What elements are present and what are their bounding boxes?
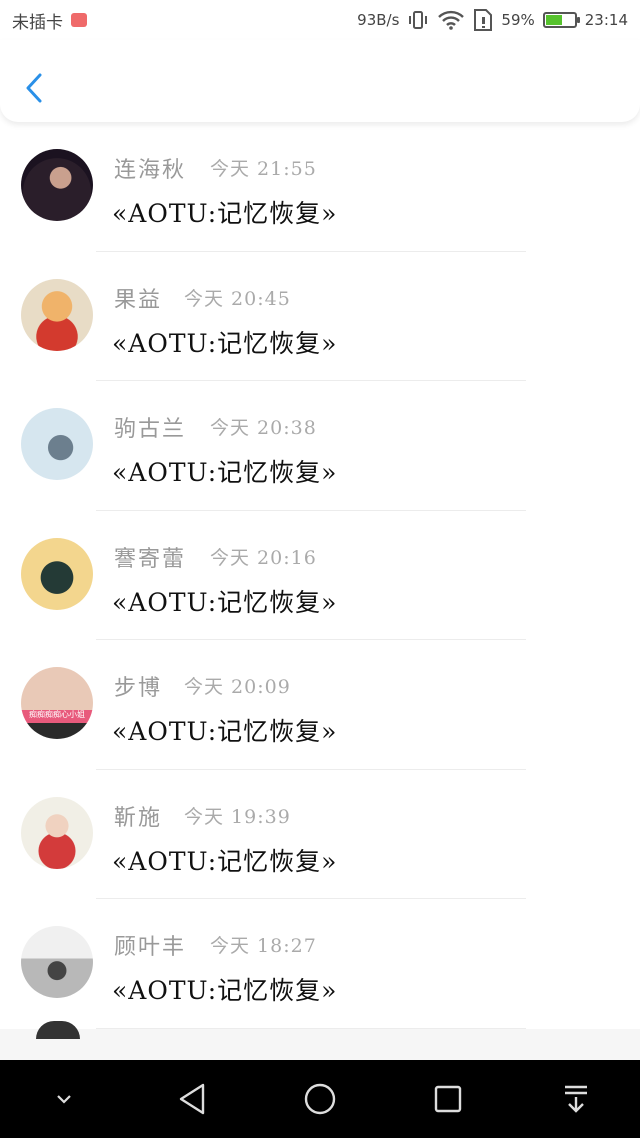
list-item[interactable]: 驹古兰 今天 20:38 «AOTU:记忆恢复»	[0, 381, 640, 511]
vibrate-icon	[407, 9, 429, 31]
recent-nav-button[interactable]	[418, 1069, 478, 1129]
avatar[interactable]	[21, 278, 93, 351]
network-speed: 93B/s	[357, 11, 400, 29]
app-header	[0, 40, 640, 122]
avatar[interactable]	[21, 537, 93, 610]
timestamp: 今天 20:16	[210, 546, 317, 569]
avatar[interactable]: 痴痴痴痴心小姐	[21, 667, 93, 739]
timestamp: 今天 21:55	[210, 158, 317, 180]
list-item[interactable]: 顾叶丰 今天 18:27 «AOTU:记忆恢复»	[0, 899, 640, 1029]
avatar-caption: 痴痴痴痴心小姐	[29, 710, 85, 719]
chevron-down-icon	[57, 1095, 71, 1104]
battery-icon	[542, 12, 580, 28]
wifi-icon	[437, 9, 465, 31]
user-name[interactable]: 果益	[114, 282, 162, 314]
user-name[interactable]: 謇寄蕾	[114, 541, 186, 573]
no-sim-icon	[473, 8, 493, 32]
chevron-left-icon	[26, 73, 42, 103]
square-recent-icon	[434, 1085, 462, 1113]
item-title: «AOTU:记忆恢复»	[112, 199, 338, 228]
partial-next-item	[0, 1020, 640, 1043]
item-title: «AOTU:记忆恢复»	[112, 587, 338, 617]
item-title: «AOTU:记忆恢复»	[112, 717, 338, 746]
battery-percent: 59%	[501, 11, 535, 29]
notification-shade-button[interactable]	[546, 1069, 606, 1129]
content-area: 连海秋 今天 21:55 «AOTU:记忆恢复» 果益 今天 20:45 «AO…	[0, 122, 640, 1060]
status-bar-right: 93B/s 59% 23:14	[357, 8, 628, 32]
status-bar: 未插卡 93B/s 59% 23:14	[0, 0, 640, 40]
avatar[interactable]	[21, 149, 93, 221]
home-nav-button[interactable]	[290, 1069, 350, 1129]
item-title: «AOTU:记忆恢复»	[112, 976, 338, 1005]
item-title: «AOTU:记忆恢复»	[112, 846, 338, 876]
timestamp: 今天 20:09	[184, 676, 291, 698]
hide-nav-button[interactable]	[34, 1069, 94, 1129]
list-item[interactable]: 果益 今天 20:45 «AOTU:记忆恢复»	[0, 251, 640, 381]
avatar[interactable]	[21, 408, 93, 480]
status-bar-left: 未插卡	[12, 8, 87, 33]
timestamp: 今天 19:39	[184, 805, 291, 828]
timestamp: 今天 18:27	[210, 935, 317, 957]
back-nav-button[interactable]	[162, 1069, 222, 1129]
system-nav-bar	[0, 1060, 640, 1138]
notification-list: 连海秋 今天 21:55 «AOTU:记忆恢复» 果益 今天 20:45 «AO…	[0, 122, 640, 1029]
carrier-text: 未插卡	[12, 12, 63, 33]
user-name[interactable]: 驹古兰	[114, 411, 186, 443]
user-name[interactable]: 步博	[114, 670, 162, 702]
triangle-back-icon	[179, 1083, 205, 1115]
list-item[interactable]: 痴痴痴痴心小姐 步博 今天 20:09 «AOTU:记忆恢复»	[0, 640, 640, 770]
back-button[interactable]	[18, 68, 50, 108]
list-item[interactable]: 謇寄蕾 今天 20:16 «AOTU:记忆恢复»	[0, 510, 640, 640]
list-item[interactable]: 连海秋 今天 21:55 «AOTU:记忆恢复»	[0, 122, 640, 252]
user-name[interactable]: 连海秋	[114, 152, 186, 184]
app-notification-icon	[71, 13, 87, 27]
list-item[interactable]: 靳施 今天 19:39 «AOTU:记忆恢复»	[0, 769, 640, 899]
timestamp: 今天 20:38	[210, 417, 317, 439]
circle-home-icon	[304, 1083, 336, 1115]
item-title: «AOTU:记忆恢复»	[112, 458, 338, 487]
timestamp: 今天 20:45	[184, 287, 291, 310]
item-title: «AOTU:记忆恢复»	[112, 328, 338, 358]
clock: 23:14	[584, 11, 628, 29]
avatar[interactable]	[21, 926, 93, 998]
user-name[interactable]: 顾叶丰	[114, 929, 186, 961]
avatar[interactable]	[21, 796, 93, 869]
user-name[interactable]: 靳施	[114, 800, 162, 832]
pull-down-icon	[565, 1085, 587, 1113]
